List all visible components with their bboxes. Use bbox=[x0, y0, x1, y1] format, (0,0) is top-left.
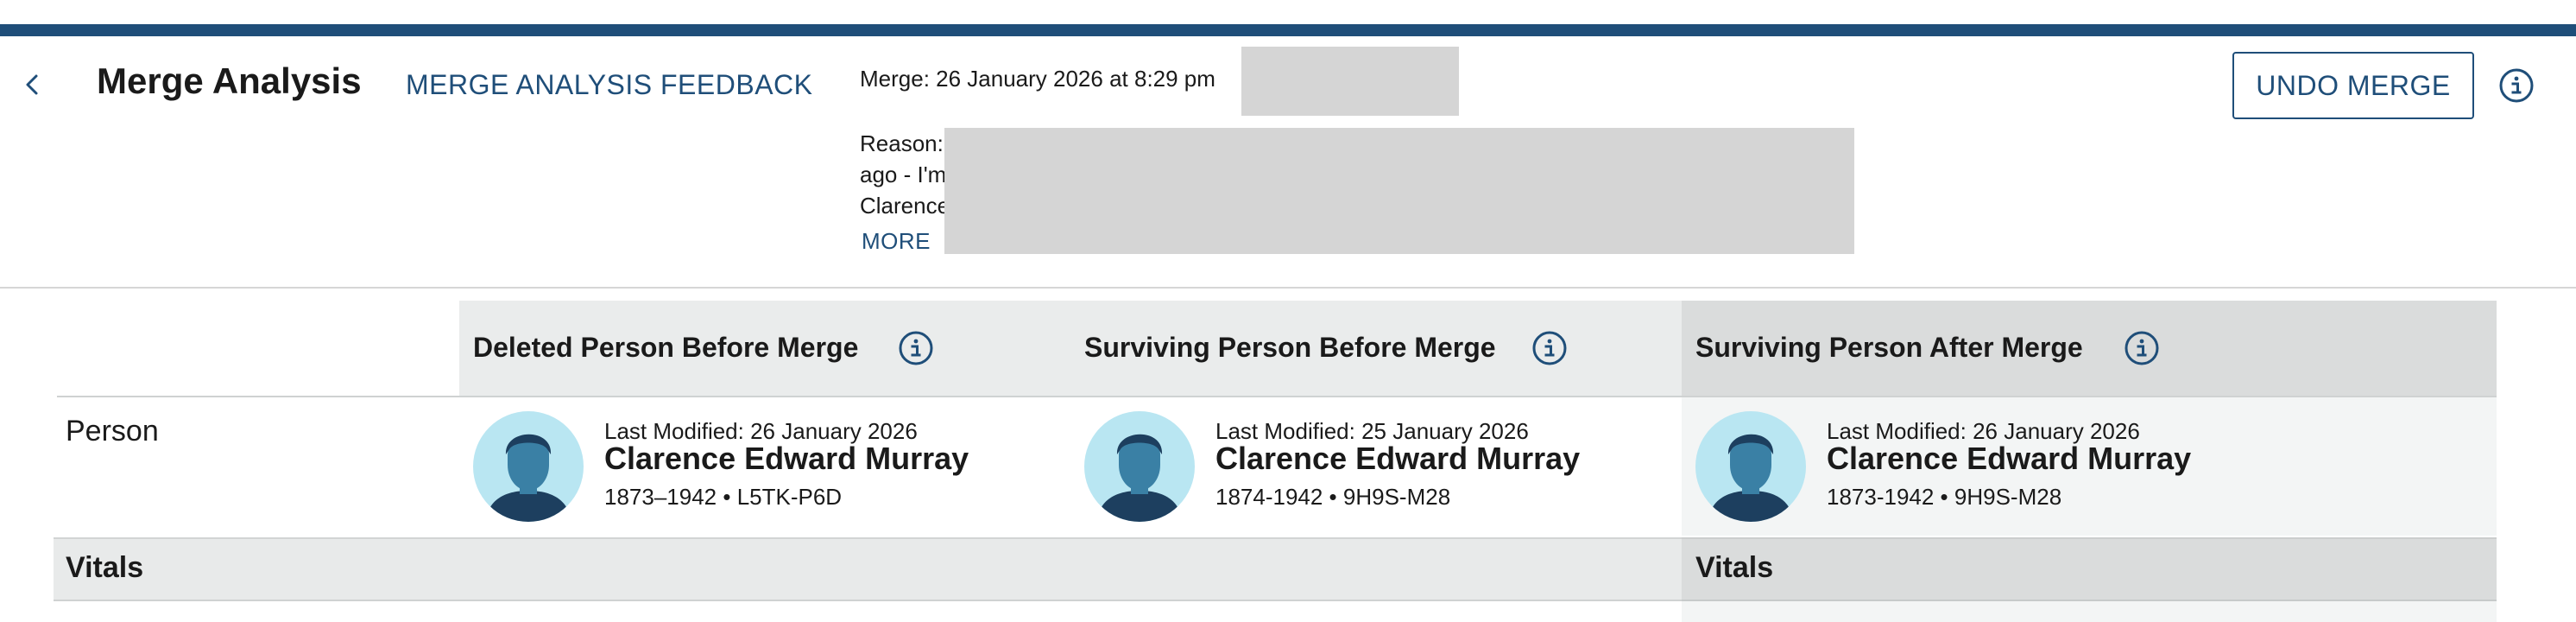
column-heading-deleted-before: Deleted Person Before Merge bbox=[473, 332, 859, 363]
redacted-area bbox=[944, 128, 1854, 254]
vitals-section-header bbox=[54, 537, 1682, 601]
top-accent-bar bbox=[0, 24, 2576, 36]
merge-date-label: Merge: 26 January 2026 at 8:29 pm bbox=[860, 66, 1215, 92]
male-avatar-icon bbox=[1695, 411, 1806, 522]
person-name-link[interactable]: Clarence Edward Murray bbox=[1215, 441, 1580, 477]
person-avatar bbox=[473, 411, 584, 522]
person-avatar bbox=[1695, 411, 1806, 522]
back-button[interactable] bbox=[19, 67, 45, 102]
row-label-vitals-after: Vitals bbox=[1695, 551, 1774, 584]
column-info-button[interactable] bbox=[898, 330, 934, 366]
info-icon bbox=[899, 331, 933, 365]
person-avatar bbox=[1084, 411, 1195, 522]
undo-merge-button[interactable]: UNDO MERGE bbox=[2232, 52, 2474, 119]
person-name-link[interactable]: Clarence Edward Murray bbox=[1827, 441, 2191, 477]
person-name-link[interactable]: Clarence Edward Murray bbox=[604, 441, 969, 477]
header-divider bbox=[0, 287, 2576, 289]
column-info-button[interactable] bbox=[1531, 330, 1568, 366]
male-avatar-icon bbox=[1084, 411, 1195, 522]
row-label-person: Person bbox=[66, 415, 159, 447]
page-title: Merge Analysis bbox=[97, 60, 362, 101]
person-lifespan-id: 1873-1942 • 9H9S-M28 bbox=[1827, 484, 2062, 510]
merge-analysis-feedback-link[interactable]: MERGE ANALYSIS FEEDBACK bbox=[406, 69, 812, 101]
header-info-button[interactable] bbox=[2498, 67, 2535, 104]
info-icon bbox=[2125, 331, 2159, 365]
info-icon bbox=[1532, 331, 1567, 365]
more-link[interactable]: MORE bbox=[862, 228, 931, 255]
male-avatar-icon bbox=[473, 411, 584, 522]
column-after-background bbox=[1682, 601, 2497, 622]
chevron-left-icon bbox=[26, 74, 38, 95]
vitals-section-header-after bbox=[1682, 537, 2497, 601]
column-info-button[interactable] bbox=[2124, 330, 2160, 366]
row-divider bbox=[57, 396, 2497, 397]
column-heading-surviving-before: Surviving Person Before Merge bbox=[1084, 332, 1496, 363]
person-lifespan-id: 1874-1942 • 9H9S-M28 bbox=[1215, 484, 1451, 510]
person-lifespan-id: 1873–1942 • L5TK-P6D bbox=[604, 484, 843, 510]
column-heading-surviving-after: Surviving Person After Merge bbox=[1695, 332, 2083, 363]
info-icon bbox=[2499, 68, 2534, 103]
row-label-vitals: Vitals bbox=[66, 551, 144, 584]
redacted-area bbox=[1241, 47, 1459, 116]
